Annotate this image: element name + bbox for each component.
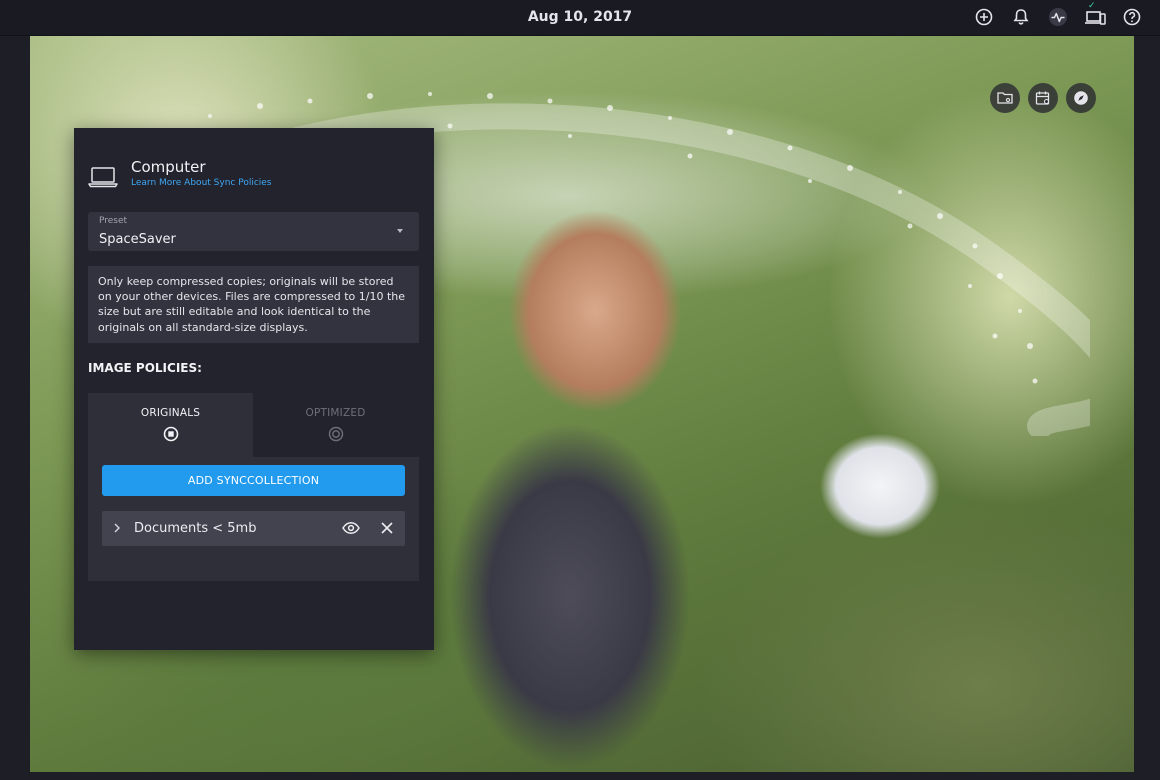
activity-icon[interactable] — [1045, 6, 1070, 28]
radio-selected-icon — [163, 426, 178, 442]
policy-tabs: ORIGINALS OPTIMIZED — [88, 393, 419, 457]
tab-originals-label: ORIGINALS — [140, 407, 201, 419]
help-icon[interactable] — [1119, 6, 1144, 28]
compass-icon[interactable] — [1066, 83, 1096, 113]
collection-item[interactable]: Documents < 5mb — [102, 511, 405, 546]
folder-settings-icon[interactable] — [990, 83, 1020, 113]
sync-check-icon: ✓ — [1088, 1, 1096, 11]
topbar-icons: ✓ — [971, 1, 1144, 28]
tab-optimized[interactable]: OPTIMIZED — [253, 393, 418, 457]
photo-tools — [990, 83, 1096, 113]
preset-select[interactable]: Preset SpaceSaver — [88, 212, 419, 251]
devices-icon[interactable]: ✓ — [1082, 1, 1107, 28]
plus-circle-icon[interactable] — [971, 6, 996, 28]
bell-icon[interactable] — [1008, 6, 1033, 28]
preset-description: Only keep compressed copies; originals w… — [88, 266, 419, 343]
close-icon[interactable] — [380, 521, 394, 535]
tab-originals[interactable]: ORIGINALS — [88, 393, 253, 457]
add-synccollection-button[interactable]: ADD SYNCCOLLECTION — [102, 465, 405, 496]
preset-value: SpaceSaver — [99, 232, 176, 247]
originals-tab-panel: ADD SYNCCOLLECTION Documents < 5mb — [88, 457, 419, 581]
tab-optimized-label: OPTIMIZED — [305, 407, 366, 419]
chevron-right-icon[interactable] — [112, 522, 122, 534]
collection-name: Documents < 5mb — [134, 521, 257, 536]
calendar-settings-icon[interactable] — [1028, 83, 1058, 113]
panel-header: Computer Learn More About Sync Policies — [88, 158, 272, 190]
image-policies-heading: IMAGE POLICIES: — [88, 361, 202, 375]
sync-policy-panel: Computer Learn More About Sync Policies … — [74, 128, 434, 650]
laptop-icon — [88, 167, 118, 188]
caret-down-icon — [397, 229, 403, 233]
eye-icon[interactable] — [342, 520, 360, 536]
radio-unselected-icon — [328, 426, 343, 442]
device-title: Computer — [131, 158, 206, 176]
preset-label: Preset — [99, 216, 128, 226]
learn-more-link[interactable]: Learn More About Sync Policies — [131, 178, 272, 188]
top-bar: Aug 10, 2017 ✓ — [0, 0, 1160, 36]
